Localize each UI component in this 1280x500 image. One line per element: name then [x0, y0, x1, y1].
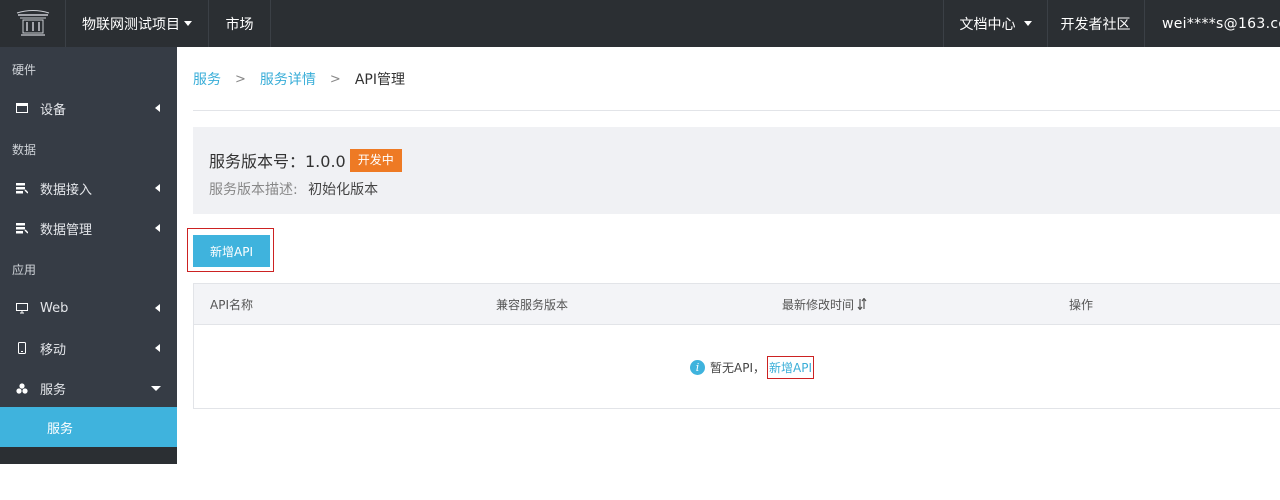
service-version-panel: 服务版本号：1.0.0 开发中 服务版本描述: 初始化版本 — [193, 127, 1280, 214]
device-icon — [16, 102, 28, 114]
table-header: API名称 兼容服务版本 最新修改时间 操作 — [194, 284, 1280, 325]
version-desc-value: 初始化版本 — [308, 182, 379, 198]
sidebar-item-service[interactable]: 服务 — [0, 368, 177, 408]
info-icon: i — [690, 359, 705, 375]
column-header-actions: 操作 — [1069, 297, 1094, 312]
nav-market[interactable]: 市场 — [209, 0, 271, 47]
nav-docs-label: 文档中心 — [959, 16, 1016, 33]
sidebar-item-device[interactable]: 设备 — [0, 88, 177, 128]
sidebar-item-label: 数据管理 — [40, 222, 93, 238]
breadcrumb-current: API管理 — [354, 72, 405, 88]
sidebar: 硬件 设备 数据 数据接入 数据管理 应用 Web 移动 服务 — [0, 47, 177, 464]
version-title: 服务版本号：1.0.0 — [209, 152, 346, 171]
sidebar-item-label: 数据接入 — [40, 182, 93, 198]
chevron-down-icon — [184, 21, 192, 26]
user-account-menu[interactable]: wei****s@163.co — [1162, 0, 1280, 47]
add-api-link[interactable]: 新增API — [767, 355, 814, 379]
version-desc-label: 服务版本描述: — [209, 182, 298, 198]
status-badge: 开发中 — [349, 148, 402, 172]
monitor-icon — [16, 302, 28, 314]
chevron-left-icon — [155, 104, 160, 112]
breadcrumb-separator: > — [329, 71, 341, 87]
sidebar-section-hardware: 硬件 — [12, 63, 37, 77]
sidebar-item-mobile[interactable]: 移动 — [0, 328, 177, 368]
empty-state-text: 暂无API， — [710, 360, 765, 375]
top-navbar: 物联网测试项目 市场 文档中心 开发者社区 wei****s@163.co — [0, 0, 1280, 47]
table-empty-state: i 暂无API， 新增API — [194, 325, 1280, 409]
nav-docs[interactable]: 文档中心 — [943, 0, 1048, 47]
chevron-left-icon — [155, 304, 160, 312]
chevron-left-icon — [155, 344, 160, 352]
column-header-api-name: API名称 — [210, 297, 253, 312]
sidebar-subitem-service[interactable]: 服务 — [0, 407, 177, 447]
sidebar-section-data: 数据 — [12, 143, 37, 157]
breadcrumb-separator: > — [235, 71, 246, 87]
breadcrumb: 服务 > 服务详情 > API管理 — [193, 69, 405, 89]
column-header-modified-time[interactable]: 最新修改时间 — [782, 284, 867, 324]
sidebar-item-data-manage[interactable]: 数据管理 — [0, 208, 177, 248]
api-table: API名称 兼容服务版本 最新修改时间 操作 i 暂无API， 新增API — [193, 283, 1280, 409]
sidebar-subitem-label: 服务 — [47, 421, 74, 437]
project-selector[interactable]: 物联网测试项目 — [66, 0, 209, 47]
nav-community-label: 开发者社区 — [1060, 16, 1131, 33]
mobile-phone-icon — [16, 342, 28, 354]
nav-market-label: 市场 — [225, 16, 254, 33]
version-title-row: 服务版本号：1.0.0 开发中 — [209, 148, 402, 172]
header-divider — [193, 110, 1280, 111]
sort-icon[interactable] — [857, 298, 867, 310]
brand-logo[interactable] — [0, 0, 66, 47]
sidebar-item-web[interactable]: Web — [0, 288, 177, 328]
chevron-left-icon — [155, 224, 160, 232]
sidebar-section-app: 应用 — [12, 263, 37, 277]
user-email: wei****s@163.co — [1162, 15, 1280, 32]
sidebar-item-label: 设备 — [40, 102, 67, 118]
sidebar-item-label: Web — [40, 300, 69, 316]
cubes-icon — [16, 382, 28, 394]
column-header-compatible-version: 兼容服务版本 — [496, 297, 569, 312]
breadcrumb-service[interactable]: 服务 — [193, 69, 221, 89]
empty-state-message: i 暂无API， 新增API — [690, 355, 814, 379]
column-header-label: 最新修改时间 — [782, 297, 855, 312]
logo-icon — [16, 9, 49, 36]
project-name: 物联网测试项目 — [82, 16, 180, 33]
chevron-left-icon — [155, 184, 160, 192]
sidebar-item-data-ingest[interactable]: 数据接入 — [0, 168, 177, 208]
add-api-button[interactable]: 新增API — [193, 235, 270, 267]
sidebar-footer — [0, 447, 177, 464]
chevron-down-icon — [1023, 21, 1032, 26]
nav-community[interactable]: 开发者社区 — [1047, 0, 1145, 47]
database-icon — [16, 222, 28, 234]
database-icon — [16, 182, 28, 194]
version-description: 服务版本描述: 初始化版本 — [209, 179, 378, 199]
sidebar-item-label: 移动 — [40, 342, 67, 358]
chevron-down-icon — [151, 385, 161, 391]
breadcrumb-service-detail[interactable]: 服务详情 — [260, 69, 316, 89]
sidebar-item-label: 服务 — [40, 382, 67, 398]
